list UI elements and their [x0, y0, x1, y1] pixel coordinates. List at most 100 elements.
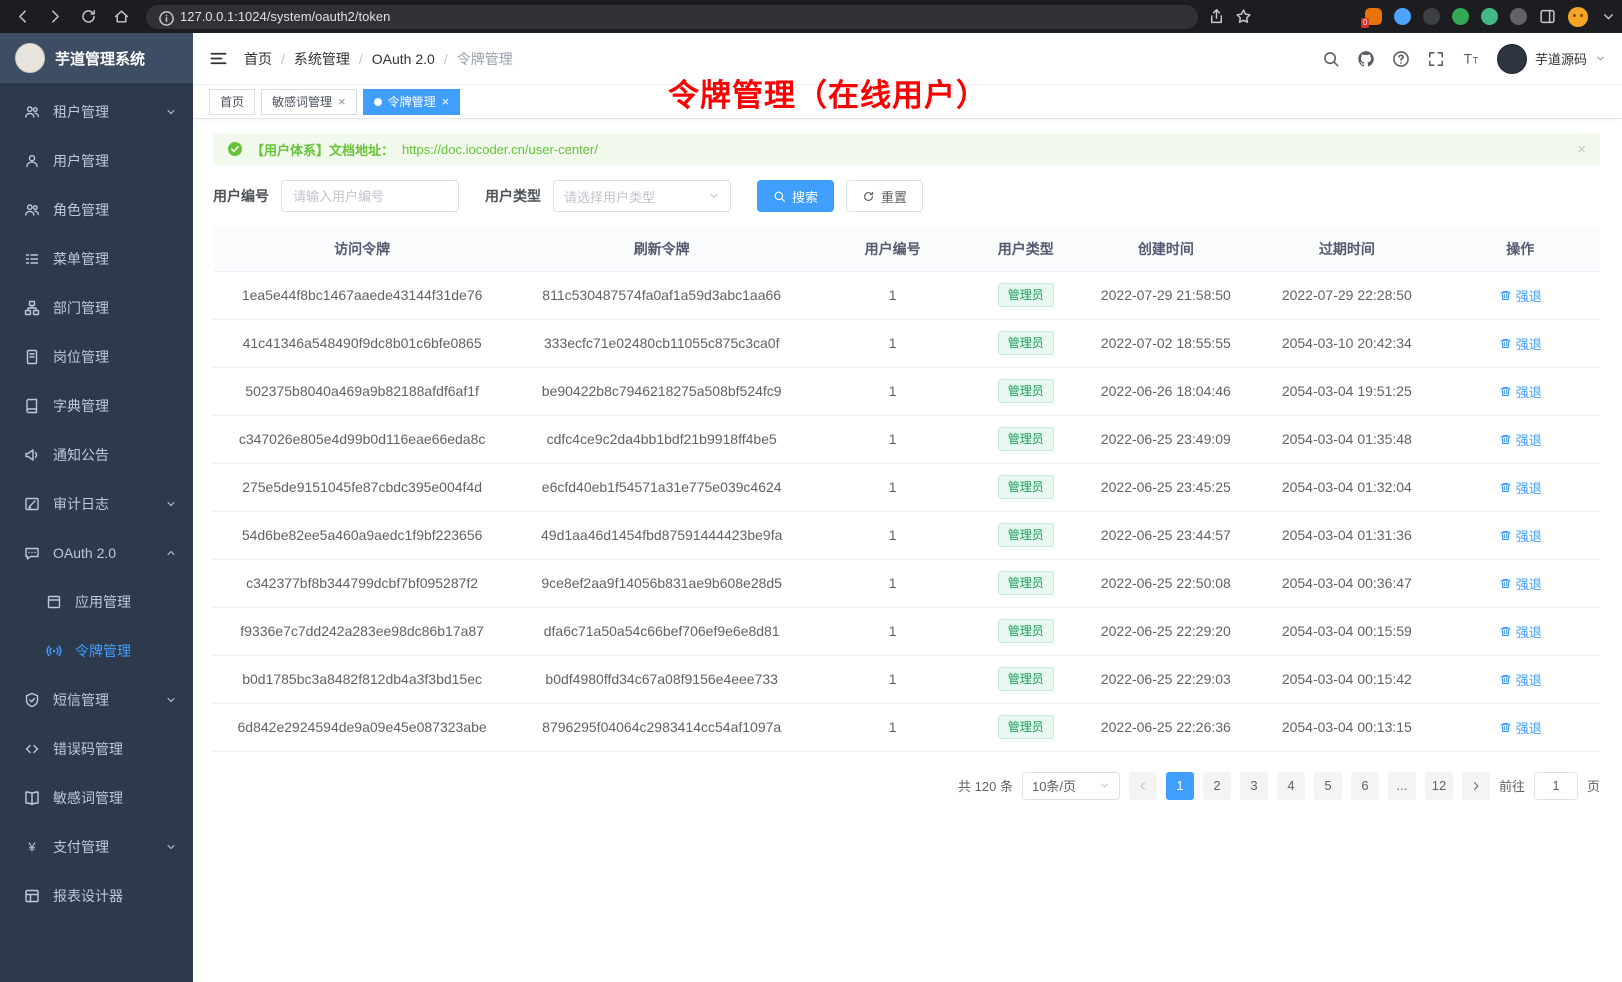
force-logout-button[interactable]: 强退 — [1499, 622, 1542, 641]
expire-time-cell: 2054-03-04 01:31:36 — [1253, 511, 1440, 559]
sidebar-item-sms[interactable]: 短信管理 — [0, 675, 193, 724]
extension-dark-icon[interactable] — [1423, 8, 1440, 25]
col-user-id: 用户编号 — [812, 227, 973, 271]
back-icon[interactable] — [14, 8, 31, 25]
page-button-last[interactable]: 12 — [1425, 772, 1453, 800]
share-icon[interactable] — [1208, 8, 1225, 25]
user-type-select[interactable]: 请选择用户类型 — [553, 180, 731, 212]
reset-button[interactable]: 重置 — [846, 180, 923, 212]
forward-icon[interactable] — [47, 8, 64, 25]
breadcrumb-oauth2[interactable]: OAuth 2.0 — [372, 51, 435, 67]
sidebar-item-oauth2-app[interactable]: 应用管理 — [0, 577, 193, 626]
sidebar-item-notice[interactable]: 通知公告 — [0, 430, 193, 479]
search-button-label: 搜索 — [792, 187, 818, 206]
page-button-4[interactable]: 4 — [1277, 772, 1305, 800]
page-button-2[interactable]: 2 — [1203, 772, 1231, 800]
sidebar-item-audit-log[interactable]: 审计日志 — [0, 479, 193, 528]
sidebar-item-user[interactable]: 用户管理 — [0, 136, 193, 185]
sidebar-item-tenant[interactable]: 租户管理 — [0, 87, 193, 136]
user-id-input[interactable] — [281, 180, 459, 212]
sidebar-item-oauth2[interactable]: OAuth 2.0 — [0, 528, 193, 577]
force-logout-button[interactable]: 强退 — [1499, 334, 1542, 353]
user-id-cell: 1 — [812, 607, 973, 655]
tab-home[interactable]: 首页 — [209, 89, 255, 115]
caret-down-icon — [1595, 53, 1606, 64]
page-ellipsis-button[interactable]: ... — [1388, 772, 1416, 800]
expire-time-cell: 2054-03-04 00:15:42 — [1253, 655, 1440, 703]
sidebar-item-post[interactable]: 岗位管理 — [0, 332, 193, 381]
extension-blue-icon[interactable] — [1394, 8, 1411, 25]
sidebar-item-payment[interactable]: ¥ 支付管理 — [0, 822, 193, 871]
doc-link[interactable]: https://doc.iocoder.cn/user-center/ — [402, 142, 598, 157]
sidebar-item-sensitive-word[interactable]: 敏感词管理 — [0, 773, 193, 822]
force-logout-button[interactable]: 强退 — [1499, 382, 1542, 401]
edit-square-icon — [24, 496, 40, 512]
report-grid-icon — [24, 888, 40, 904]
user-id-cell: 1 — [812, 319, 973, 367]
force-logout-button[interactable]: 强退 — [1499, 286, 1542, 305]
fullscreen-icon[interactable] — [1427, 50, 1445, 68]
page-button-3[interactable]: 3 — [1240, 772, 1268, 800]
tab-sensitive-word[interactable]: 敏感词管理 × — [261, 89, 357, 115]
page-size-select[interactable]: 10条/页 — [1022, 772, 1120, 800]
home-icon[interactable] — [113, 8, 130, 25]
page-button-5[interactable]: 5 — [1314, 772, 1342, 800]
refresh-token-cell: e6cfd40eb1f54571a31e775e039c4624 — [511, 463, 812, 511]
table-row: 54d6be82ee5a460a9aedc1f9bf223656 49d1aa4… — [213, 511, 1600, 559]
url-bar[interactable]: 127.0.0.1:1024/system/oauth2/token — [146, 5, 1198, 29]
user-id-cell: 1 — [812, 655, 973, 703]
tab-token[interactable]: 令牌管理 × — [363, 89, 461, 115]
create-time-cell: 2022-06-26 18:04:46 — [1078, 367, 1253, 415]
close-icon[interactable]: × — [1577, 142, 1586, 157]
next-page-icon[interactable] — [1462, 772, 1490, 800]
chevron-up-icon — [165, 547, 177, 559]
sidebar-item-dict[interactable]: 字典管理 — [0, 381, 193, 430]
extension-badged-icon[interactable]: 0 — [1365, 8, 1382, 25]
megaphone-icon — [24, 447, 40, 463]
breadcrumb-home[interactable]: 首页 — [244, 49, 272, 69]
page-button-6[interactable]: 6 — [1351, 772, 1379, 800]
sidebar-item-report-designer[interactable]: 报表设计器 — [0, 871, 193, 920]
force-logout-button[interactable]: 强退 — [1499, 718, 1542, 737]
sidebar-item-role[interactable]: 角色管理 — [0, 185, 193, 234]
breadcrumb-separator: / — [359, 51, 363, 67]
create-time-cell: 2022-06-25 22:29:03 — [1078, 655, 1253, 703]
search-icon[interactable] — [1322, 50, 1340, 68]
page-button-1[interactable]: 1 — [1166, 772, 1194, 800]
force-logout-button[interactable]: 强退 — [1499, 430, 1542, 449]
force-logout-button[interactable]: 强退 — [1499, 478, 1542, 497]
breadcrumb-system[interactable]: 系统管理 — [294, 49, 350, 69]
search-button[interactable]: 搜索 — [757, 180, 834, 212]
site-info-icon[interactable] — [158, 10, 172, 24]
list-icon — [24, 251, 40, 267]
collapse-menu-icon[interactable] — [209, 49, 228, 68]
side-panel-icon[interactable] — [1539, 8, 1556, 25]
bookmark-star-icon[interactable] — [1235, 8, 1252, 25]
font-size-icon[interactable]: TT — [1462, 50, 1480, 68]
breadcrumb-current: 令牌管理 — [457, 49, 513, 69]
browser-menu-caret-icon[interactable] — [1600, 8, 1612, 25]
app-logo[interactable]: 芋道管理系统 — [0, 33, 193, 83]
browser-profile-avatar[interactable] — [1568, 7, 1588, 27]
github-icon[interactable] — [1357, 50, 1375, 68]
sidebar-item-label: 部门管理 — [53, 298, 109, 318]
force-logout-button[interactable]: 强退 — [1499, 526, 1542, 545]
sidebar-item-dept[interactable]: 部门管理 — [0, 283, 193, 332]
sidebar-item-oauth2-token[interactable]: 令牌管理 — [0, 626, 193, 675]
extension-vue-icon[interactable] — [1481, 8, 1498, 25]
close-icon[interactable]: × — [442, 95, 450, 108]
sidebar-item-menu[interactable]: 菜单管理 — [0, 234, 193, 283]
goto-page-input[interactable] — [1534, 772, 1578, 800]
col-create-time: 创建时间 — [1078, 227, 1253, 271]
extension-green-icon[interactable] — [1452, 8, 1469, 25]
help-icon[interactable] — [1392, 50, 1410, 68]
sidebar-item-error-code[interactable]: 错误码管理 — [0, 724, 193, 773]
prev-page-icon[interactable] — [1129, 772, 1157, 800]
extension-gray-icon[interactable] — [1510, 8, 1527, 25]
user-menu[interactable]: 芋道源码 — [1497, 44, 1606, 74]
close-icon[interactable]: × — [338, 95, 346, 108]
expire-time-cell: 2054-03-04 00:15:59 — [1253, 607, 1440, 655]
force-logout-button[interactable]: 强退 — [1499, 574, 1542, 593]
reload-icon[interactable] — [80, 8, 97, 25]
force-logout-button[interactable]: 强退 — [1499, 670, 1542, 689]
